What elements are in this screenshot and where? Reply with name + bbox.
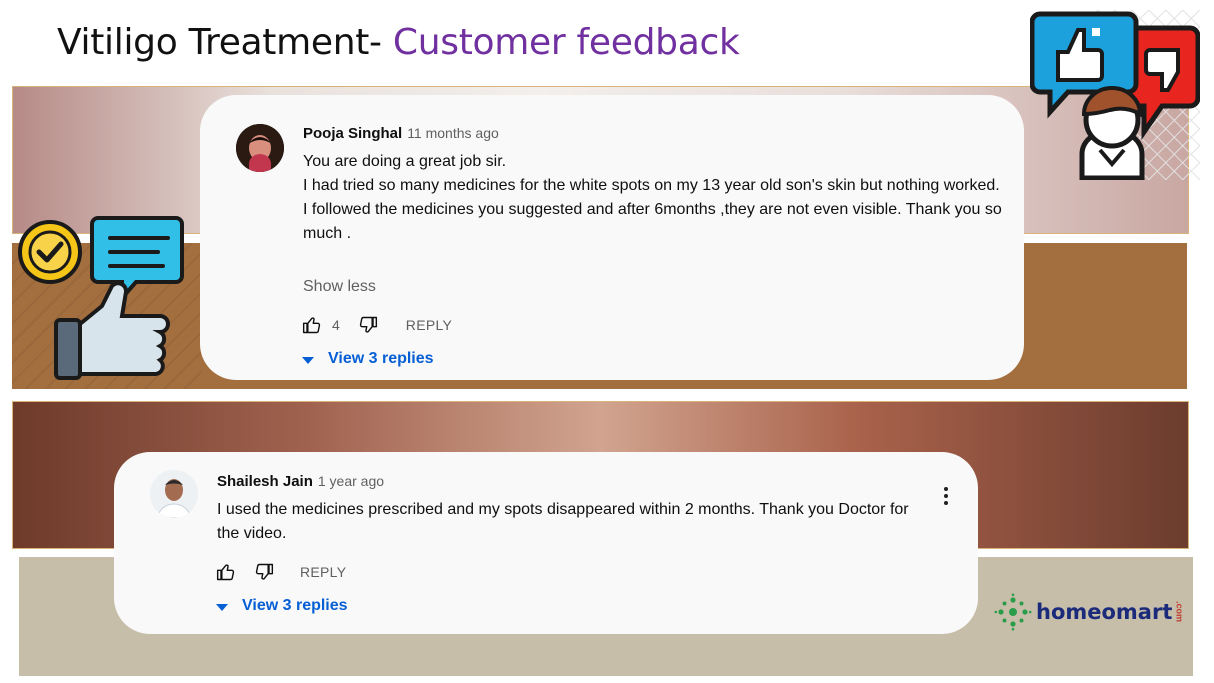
brand-name: homeomart bbox=[1036, 600, 1173, 624]
thumbs-up-icon[interactable] bbox=[302, 315, 322, 335]
view-replies-button[interactable]: View 3 replies bbox=[216, 597, 348, 615]
reply-button[interactable]: REPLY bbox=[406, 317, 452, 333]
comment-text: I used the medicines prescribed and my s… bbox=[217, 498, 927, 546]
chevron-down-icon bbox=[216, 603, 228, 611]
brand-suffix: .com bbox=[1174, 601, 1185, 623]
feedback-person-icon bbox=[1030, 10, 1200, 180]
comment-actions: REPLY bbox=[216, 562, 346, 582]
author-name[interactable]: Shailesh Jain bbox=[217, 473, 313, 490]
like-count: 4 bbox=[332, 317, 340, 333]
title-main: Vitiligo Treatment- bbox=[57, 22, 393, 63]
comment-actions: 4 REPLY bbox=[302, 315, 452, 335]
slide-title: Vitiligo Treatment- Customer feedback bbox=[57, 22, 740, 63]
brand-logo: homeomart .com bbox=[994, 593, 1184, 631]
thumbs-down-icon[interactable] bbox=[254, 562, 274, 582]
author-name[interactable]: Pooja Singhal bbox=[303, 125, 402, 142]
comment-card-2: Shailesh Jain 1 year ago I used the medic… bbox=[114, 452, 978, 634]
avatar[interactable] bbox=[236, 124, 284, 172]
show-less-link[interactable]: Show less bbox=[303, 278, 376, 296]
comment-line: I used the medicines prescribed and my s… bbox=[217, 501, 909, 542]
view-replies-button[interactable]: View 3 replies bbox=[302, 350, 434, 368]
thumbs-up-icon[interactable] bbox=[216, 562, 236, 582]
comment-line: I had tried so many medicines for the wh… bbox=[303, 177, 1000, 194]
comment-card-1: Pooja Singhal 11 months ago You are doing… bbox=[200, 95, 1024, 380]
brand-logo-icon bbox=[994, 593, 1032, 631]
thumbs-up-chat-icon bbox=[18, 216, 184, 380]
comment-time[interactable]: 1 year ago bbox=[318, 473, 384, 489]
thumbs-down-icon[interactable] bbox=[358, 315, 378, 335]
comment-line: I followed the medicines you suggested a… bbox=[303, 201, 1002, 242]
view-replies-label: View 3 replies bbox=[242, 597, 348, 614]
reply-button[interactable]: REPLY bbox=[300, 564, 346, 580]
title-accent: Customer feedback bbox=[392, 22, 740, 63]
view-replies-label: View 3 replies bbox=[328, 350, 434, 367]
avatar-image bbox=[236, 124, 284, 172]
comment-header: Shailesh Jain 1 year ago bbox=[217, 473, 384, 490]
comment-line: You are doing a great job sir. bbox=[303, 153, 507, 170]
avatar-image bbox=[150, 470, 198, 518]
comment-text: You are doing a great job sir. I had tri… bbox=[303, 150, 1003, 246]
chevron-down-icon bbox=[302, 356, 314, 364]
comment-header: Pooja Singhal 11 months ago bbox=[303, 125, 499, 142]
more-vert-icon[interactable] bbox=[944, 487, 948, 505]
avatar[interactable] bbox=[150, 470, 198, 518]
comment-time[interactable]: 11 months ago bbox=[407, 125, 499, 141]
